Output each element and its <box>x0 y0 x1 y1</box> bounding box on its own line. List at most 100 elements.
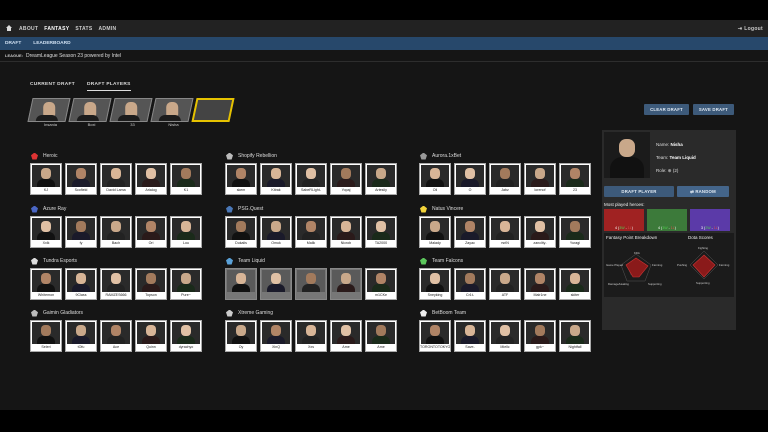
player-name: Scofield <box>66 188 96 193</box>
player-card[interactable]: Cr1t- <box>454 268 486 300</box>
player-card[interactable]: ATF <box>489 268 521 300</box>
player-card[interactable] <box>330 268 362 300</box>
player-card[interactable]: David Lama <box>100 163 132 195</box>
player-card[interactable]: Xxs <box>295 320 327 352</box>
player-photo <box>367 218 395 240</box>
hero-tile[interactable]: 4 (3W - 1L) <box>604 209 644 231</box>
player-name: gpk~ <box>525 345 555 350</box>
player-card[interactable]: Ori <box>135 216 167 248</box>
player-cards: TORONTOTOKYO Save- Miellc gpk~ Nightfall <box>419 320 599 352</box>
player-card[interactable]: Dukalis <box>225 216 257 248</box>
player-card[interactable]: Nightfall <box>559 320 591 352</box>
player-card[interactable]: Oli <box>419 163 451 195</box>
tab-current-draft[interactable]: CURRENT DRAFT <box>30 82 75 91</box>
player-card[interactable]: zanclity- <box>524 216 556 248</box>
home-icon[interactable] <box>5 24 13 33</box>
player-card[interactable]: TA2000 <box>365 216 397 248</box>
player-name: Bach <box>101 241 131 246</box>
player-photo <box>137 322 165 344</box>
player-card[interactable] <box>225 268 257 300</box>
player-card[interactable]: fy <box>65 216 97 248</box>
player-card[interactable]: dyrachyo <box>170 320 202 352</box>
fantasy-radar <box>620 253 652 282</box>
player-card[interactable]: 23 <box>559 163 591 195</box>
player-card[interactable]: Zayac <box>454 216 486 248</box>
team-logo-icon <box>30 309 39 318</box>
player-card[interactable]: 9Class <box>65 268 97 300</box>
hero-tile[interactable]: 3 (2W - 1L) <box>690 209 730 231</box>
player-card[interactable]: skem <box>225 163 257 195</box>
player-card[interactable]: Omuk <box>260 216 292 248</box>
tab-draft-players[interactable]: DRAFT PLAYERS <box>86 82 131 91</box>
team-block: Tundra Esports Whitemon 9Class RAMZES666 Top… <box>30 256 210 300</box>
player-card[interactable]: m1CKe <box>365 268 397 300</box>
logout-link[interactable]: ⇥ Logout <box>738 26 763 32</box>
nav-about[interactable]: ABOUT <box>19 26 38 32</box>
player-card[interactable]: gpk~ <box>524 320 556 352</box>
nav-admin[interactable]: ADMIN <box>99 26 117 32</box>
player-card[interactable]: Arialog <box>135 163 167 195</box>
team-name: Azure Ray <box>43 206 67 212</box>
subnav-leaderboard[interactable]: LEADERBOARD <box>33 41 70 46</box>
player-card[interactable]: Malr1ne <box>524 268 556 300</box>
player-card[interactable]: Lou <box>170 216 202 248</box>
player-card[interactable]: Ame <box>330 320 362 352</box>
player-card[interactable]: Malik <box>295 216 327 248</box>
player-card[interactable]: TORONTOTOKYO <box>419 320 451 352</box>
player-card[interactable]: Yopaj <box>330 163 362 195</box>
player-card[interactable]: rsriN <box>489 216 521 248</box>
player-card[interactable]: Oy <box>225 320 257 352</box>
player-card[interactable]: KJ <box>30 163 62 195</box>
player-card[interactable]: Sneyking <box>419 268 451 300</box>
player-card[interactable]: skiter <box>559 268 591 300</box>
player-cards: Sneyking Cr1t- ATF Malr1ne skiter <box>419 268 599 300</box>
fantasy-label-farming: Farming <box>652 263 663 267</box>
player-photo <box>262 322 290 344</box>
player-card[interactable]: Kitrak <box>260 163 292 195</box>
player-card[interactable]: tOfu <box>65 320 97 352</box>
player-card[interactable]: Ace <box>100 320 132 352</box>
draft-slot[interactable] <box>109 98 153 122</box>
random-button[interactable]: ⇄ RANDOM <box>677 186 729 197</box>
player-card[interactable]: Ame <box>365 320 397 352</box>
player-card[interactable]: Quinn <box>135 320 167 352</box>
player-card[interactable]: Artesiiy <box>365 163 397 195</box>
player-card[interactable]: lorenof <box>524 163 556 195</box>
player-card[interactable]: Jabz <box>489 163 521 195</box>
subnav-draft[interactable]: DRAFT <box>5 41 21 46</box>
player-card[interactable]: Xxlk <box>30 216 62 248</box>
player-photo <box>297 270 325 292</box>
player-card[interactable]: RAMZES666 <box>100 268 132 300</box>
draft-slot[interactable] <box>27 98 71 122</box>
player-card[interactable]: Yuragi <box>559 216 591 248</box>
player-card[interactable]: Bach <box>100 216 132 248</box>
draft-slot[interactable] <box>68 98 112 122</box>
player-card[interactable]: Save- <box>454 320 486 352</box>
draft-slot-empty[interactable] <box>191 98 235 122</box>
player-card[interactable]: Seleri <box>30 320 62 352</box>
draft-player-button[interactable]: DRAFT PLAYER <box>604 186 674 197</box>
clear-draft-button[interactable]: CLEAR DRAFT <box>644 104 689 115</box>
draft-slot[interactable] <box>150 98 194 122</box>
nav-fantasy[interactable]: FANTASY <box>44 26 69 32</box>
player-card[interactable] <box>295 268 327 300</box>
league-value[interactable]: DreamLeague Season 23 powered by Intel <box>26 53 121 59</box>
player-card[interactable]: Topson <box>135 268 167 300</box>
player-card[interactable]: Whitemon <box>30 268 62 300</box>
player-card[interactable]: Scofield <box>65 163 97 195</box>
player-card[interactable]: Pure~ <box>170 268 202 300</box>
save-draft-button[interactable]: SAVE DRAFT <box>692 104 734 115</box>
draft-slots <box>27 98 235 122</box>
player-card[interactable] <box>260 268 292 300</box>
player-card[interactable]: Malady <box>419 216 451 248</box>
hero-tile[interactable]: 4 (3W - 1L) <box>647 209 687 231</box>
player-card[interactable]: Nicrob <box>330 216 362 248</box>
player-card[interactable]: O <box>454 163 486 195</box>
player-card[interactable]: XinQ <box>260 320 292 352</box>
role-icon: ⊕ <box>667 168 672 173</box>
player-role: (2) <box>672 168 679 173</box>
nav-stats[interactable]: STATS <box>75 26 92 32</box>
player-card[interactable]: Miellc <box>489 320 521 352</box>
player-card[interactable]: SabeRLight- <box>295 163 327 195</box>
player-card[interactable]: K1 <box>170 163 202 195</box>
